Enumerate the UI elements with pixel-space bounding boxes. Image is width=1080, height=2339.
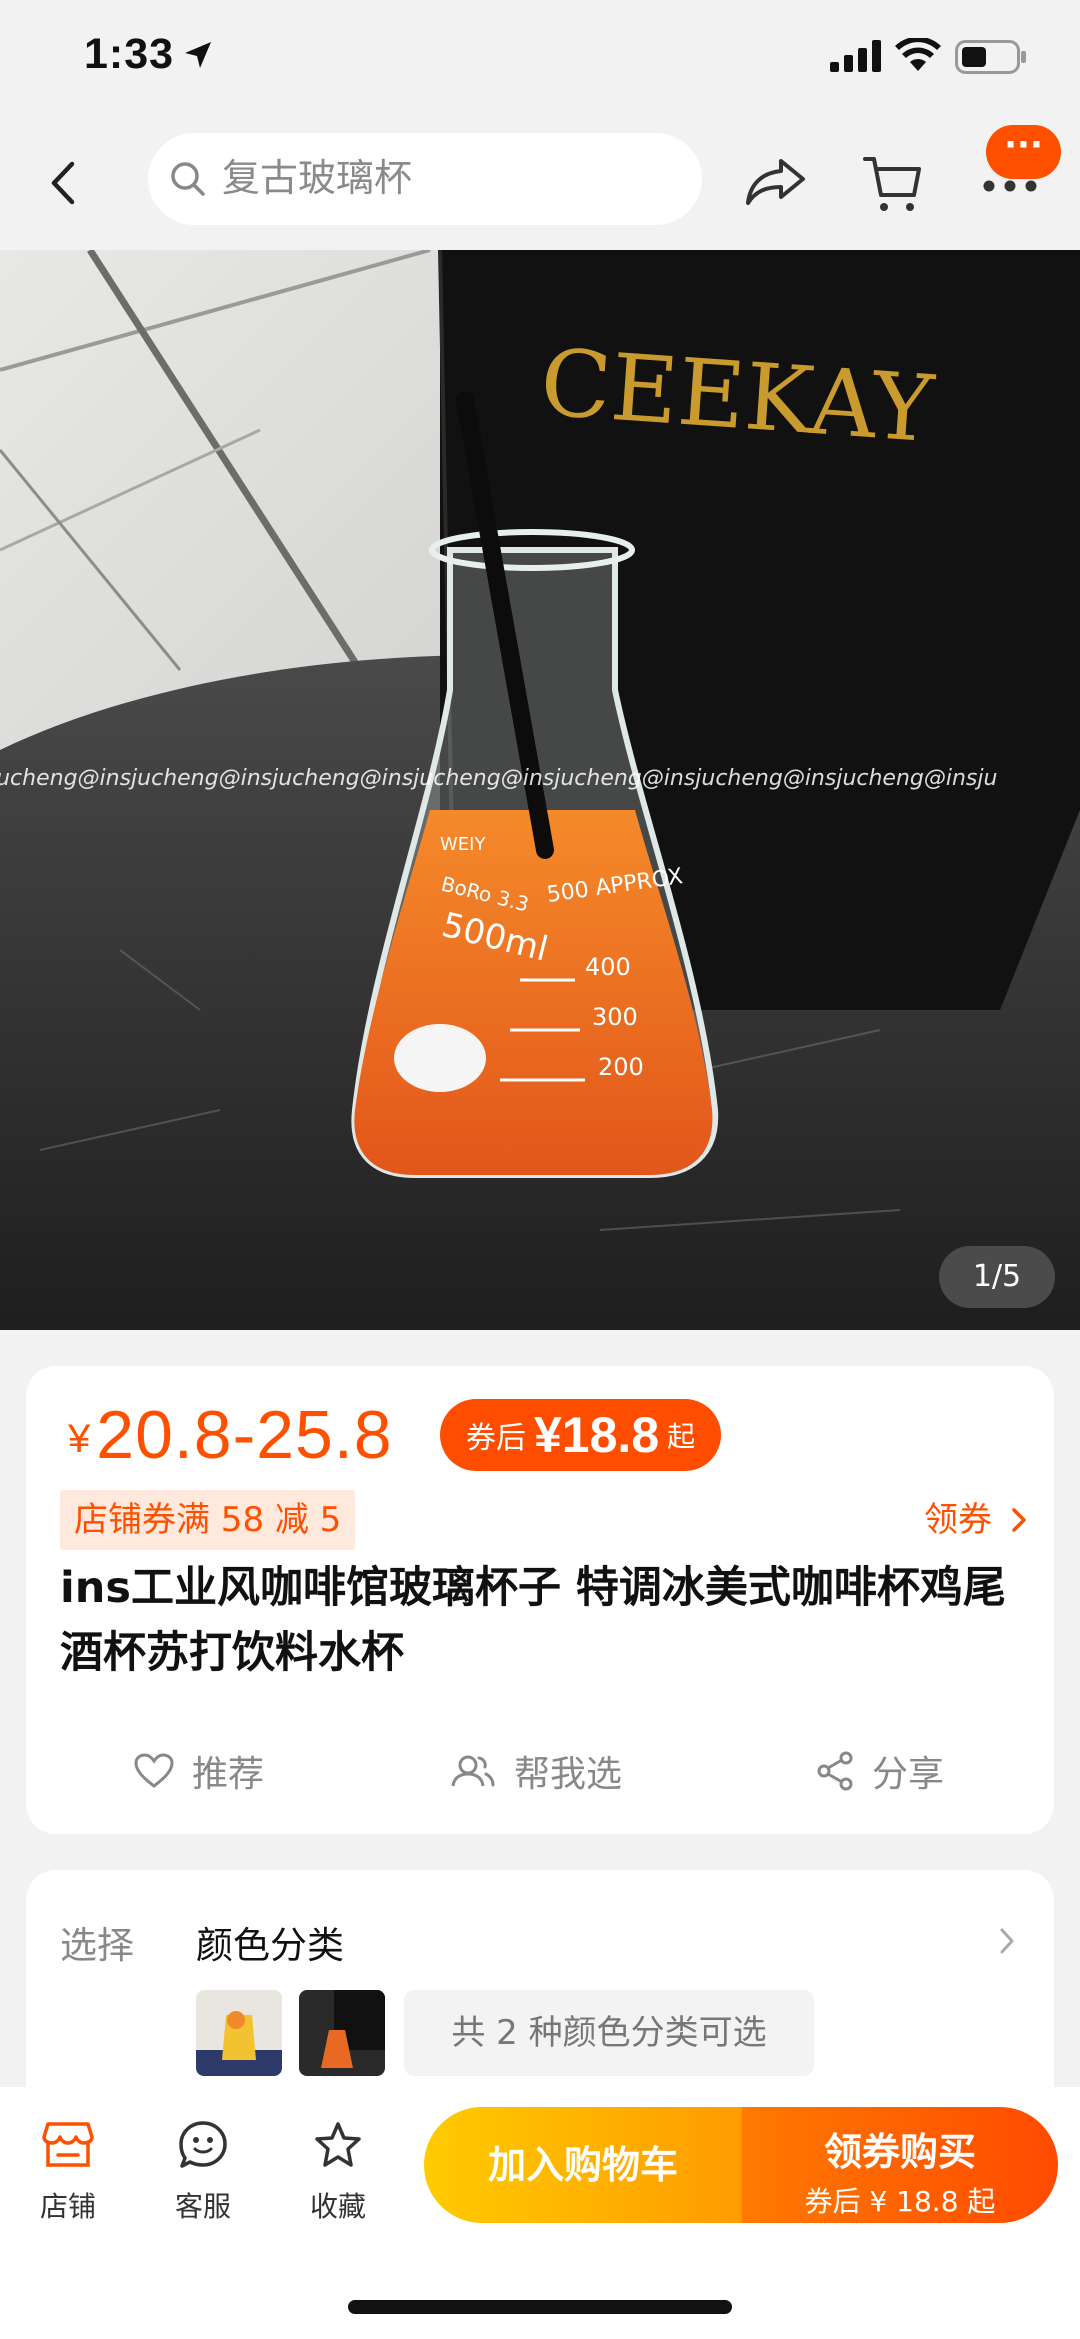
variant-thumbnail[interactable] [196, 1990, 282, 2076]
select-label: 选择 [60, 1924, 134, 1967]
recommend-button[interactable]: 推荐 [134, 1736, 264, 1806]
search-input[interactable]: 复古玻璃杯 [222, 155, 412, 201]
action-row: 推荐 帮我选 分享 [26, 1736, 1054, 1806]
price-currency: ¥ [68, 1417, 91, 1461]
wifi-icon [895, 38, 941, 71]
nav-bar: 复古玻璃杯 ··· [0, 115, 1080, 250]
page-indicator: 1/5 [939, 1246, 1055, 1308]
select-title: 颜色分类 [196, 1924, 344, 1967]
share-arrow-icon[interactable] [745, 157, 807, 207]
location-arrow-icon [185, 42, 211, 68]
back-chevron-icon[interactable] [50, 161, 76, 205]
people-icon [451, 1755, 495, 1787]
flask-brand-text: WEIY [440, 834, 486, 855]
battery-icon [955, 40, 1026, 74]
more-dots-icon[interactable] [982, 179, 1038, 193]
chevron-right-icon [1000, 1928, 1014, 1954]
store-coupon-tag[interactable]: 店铺券满 58 减 5 [60, 1490, 356, 1550]
buy-sublabel: 券后 ¥ 18.8 起 [804, 2185, 996, 2218]
product-image-carousel[interactable]: CEEKAY 500ml BoRo 3.3 WEIY 500 APPROX 40… [0, 250, 1080, 1330]
heart-icon [134, 1753, 174, 1788]
variant-count-pill[interactable]: 共 2 种颜色分类可选 [404, 1990, 814, 2076]
chevron-right-icon [1012, 1508, 1026, 1532]
add-to-cart-button[interactable]: 加入购物车 [424, 2107, 742, 2223]
tab-store[interactable]: 店铺 [18, 2115, 118, 2225]
variant-thumbnail[interactable] [299, 1990, 385, 2076]
help-me-choose-button[interactable]: 帮我选 [450, 1736, 622, 1806]
buy-label: 领券购买 [823, 2130, 976, 2174]
home-indicator[interactable] [348, 2300, 732, 2314]
cart-icon[interactable] [862, 153, 924, 215]
help-me-choose-label: 帮我选 [514, 1754, 623, 1795]
tab-favorite-label: 收藏 [309, 2190, 366, 2223]
flask-mark-300: 300 [592, 1003, 638, 1031]
tab-customer-service[interactable]: 客服 [153, 2115, 253, 2225]
star-icon [315, 2122, 361, 2167]
tab-service-label: 客服 [174, 2190, 231, 2223]
status-bar: 1:33 [0, 0, 1080, 115]
cellular-signal-icon [830, 40, 881, 72]
service-icon [179, 2121, 227, 2168]
store-icon [42, 2122, 94, 2167]
recommend-label: 推荐 [192, 1754, 265, 1795]
share-icon [817, 1751, 853, 1791]
image-watermark: jucheng@insjucheng@insjucheng@insjucheng… [0, 766, 997, 791]
tab-store-label: 店铺 [39, 2190, 96, 2223]
search-bar[interactable]: 复古玻璃杯 [148, 133, 702, 225]
status-time: 1:33 [84, 30, 175, 78]
price-value: 20.8-25.8 [96, 1397, 393, 1473]
flask-mark-200: 200 [598, 1053, 644, 1081]
tab-favorite[interactable]: 收藏 [288, 2115, 388, 2225]
after-coupon-suffix: 起 [667, 1420, 696, 1453]
after-coupon-label: 券后 [466, 1421, 526, 1456]
after-coupon-badge: 券后 ¥18.8 起 [440, 1399, 722, 1471]
search-icon [171, 162, 205, 196]
price-range: ¥20.8-25.8 [68, 1396, 393, 1474]
share-label: 分享 [872, 1754, 945, 1795]
product-title: ins工业风咖啡馆玻璃杯子 特调冰美式咖啡杯鸡尾酒杯苏打饮料水杯 [60, 1563, 1006, 1678]
get-coupon-label: 领券 [924, 1500, 992, 1540]
after-coupon-value: ¥18.8 [534, 1407, 660, 1463]
product-info-card: ¥20.8-25.8 券后 ¥18.8 起 店铺券满 58 减 5 领券 ins… [26, 1366, 1054, 1834]
buy-with-coupon-button[interactable]: 领券购买 券后 ¥ 18.8 起 [742, 2107, 1058, 2223]
flask-mark-400: 400 [585, 953, 631, 981]
share-button[interactable]: 分享 [816, 1736, 944, 1806]
get-coupon-link[interactable]: 领券 [924, 1490, 1026, 1550]
product-photo: CEEKAY 500ml BoRo 3.3 WEIY 500 APPROX 40… [0, 250, 1080, 1330]
message-badge[interactable]: ··· [986, 125, 1061, 179]
